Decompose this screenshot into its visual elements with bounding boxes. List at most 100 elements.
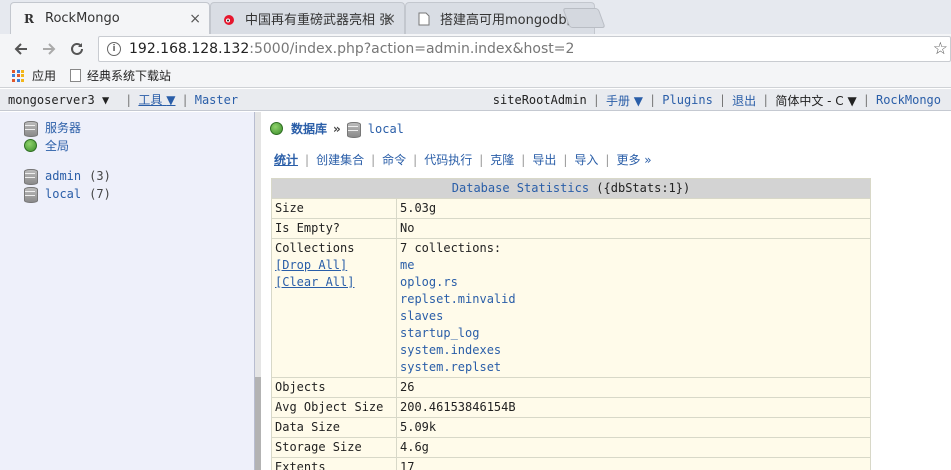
new-tab-button[interactable] xyxy=(562,8,606,28)
sidebar-item-label: 服务器 xyxy=(45,121,82,135)
language-selector[interactable]: 简体中文 - C ▼ xyxy=(775,92,856,109)
database-icon xyxy=(24,187,38,203)
chevron-down-icon: ▼ xyxy=(633,93,644,108)
tab-stats[interactable]: 统计 xyxy=(274,151,298,168)
back-arrow-icon[interactable] xyxy=(10,38,32,60)
table-header-row: Database Statistics ({dbStats:1}) xyxy=(271,178,871,199)
chevron-down-icon: ▼ xyxy=(166,93,176,107)
sidebar-db-admin[interactable]: admin (3) xyxy=(24,169,111,185)
url-host: 192.168.128.132 xyxy=(129,41,250,57)
row-key: Storage Size xyxy=(271,437,397,458)
bookmarks-bar: 应用 经典系统下载站 xyxy=(0,64,951,88)
row-value: 5.03g xyxy=(396,198,871,219)
manual-label: 手册 xyxy=(605,93,630,108)
address-bar[interactable]: i 192.168.128.132:5000/index.php?action=… xyxy=(98,36,951,62)
manual-menu[interactable]: 手册 ▼ xyxy=(606,92,643,109)
rockmongo-header: mongoserver3 ▼ | 工具 ▼ | Master siteRootA… xyxy=(0,89,951,111)
tab-more[interactable]: 更多 » xyxy=(616,151,651,168)
tab-import[interactable]: 导入 xyxy=(574,151,598,168)
collection-link[interactable]: system.indexes xyxy=(400,342,867,359)
tab-export[interactable]: 导出 xyxy=(532,151,556,168)
tab-clone[interactable]: 克隆 xyxy=(490,151,514,168)
clear-all-link[interactable]: [Clear All] xyxy=(275,274,393,291)
bookmark-download-site[interactable]: 经典系统下载站 xyxy=(87,67,171,84)
bookmark-apps[interactable]: 应用 xyxy=(32,67,56,84)
tab-command[interactable]: 命令 xyxy=(382,151,406,168)
logout-link[interactable]: 退出 xyxy=(732,92,756,109)
drop-all-link[interactable]: [Drop All] xyxy=(275,257,393,274)
reload-icon[interactable] xyxy=(66,38,88,60)
tab-title: 中国再有重磅武器亮相 张 xyxy=(245,13,393,28)
tab-execute[interactable]: 代码执行 xyxy=(424,151,472,168)
separator: | xyxy=(181,92,189,107)
row-key: Size xyxy=(271,198,397,219)
separator: | xyxy=(762,93,770,107)
collection-link[interactable]: replset.minvalid xyxy=(400,291,867,308)
row-key: Is Empty? xyxy=(271,218,397,239)
sidebar-item-server[interactable]: 服务器 xyxy=(24,119,82,137)
separator: | xyxy=(413,152,418,167)
rockmongo-link[interactable]: RockMongo xyxy=(876,93,941,107)
collection-link[interactable]: slaves xyxy=(400,308,867,325)
sidebar-scrollbar[interactable] xyxy=(255,112,261,470)
main-content: 数据库 » local 统计 | 创建集合 | 命令 | 代码执行 | 克隆 | 导出 | … xyxy=(262,112,951,470)
row-value: 4.6g xyxy=(396,437,871,458)
tab-create-collection[interactable]: 创建集合 xyxy=(316,151,364,168)
breadcrumb: 数据库 » local xyxy=(270,120,404,138)
table-row: Size 5.03g xyxy=(271,198,871,219)
close-tab-icon[interactable]: × xyxy=(189,11,201,27)
apps-grid-icon[interactable] xyxy=(12,69,24,82)
table-row: Extents 17 xyxy=(271,457,871,470)
separator: | xyxy=(125,92,133,107)
row-key: Data Size xyxy=(271,417,397,438)
tab-title: RockMongo xyxy=(45,11,120,26)
table-row: Data Size 5.09k xyxy=(271,417,871,438)
breadcrumb-current-db[interactable]: local xyxy=(368,122,404,136)
bookmark-star-icon[interactable]: ☆ xyxy=(933,39,948,59)
master-link[interactable]: Master xyxy=(195,93,238,107)
forward-arrow-icon[interactable] xyxy=(38,38,60,60)
collections-label: Collections xyxy=(275,241,355,255)
globe-icon xyxy=(270,122,283,135)
breadcrumb-databases[interactable]: 数据库 xyxy=(291,120,327,137)
sidebar-item-global[interactable]: 全局 xyxy=(24,137,69,154)
table-row: Collections [Drop All] [Clear All] 7 col… xyxy=(271,238,871,378)
separator: | xyxy=(521,152,526,167)
chevron-down-icon: ▼ xyxy=(101,92,110,107)
language-label: 简体中文 - C xyxy=(775,93,844,108)
scrollbar-thumb[interactable] xyxy=(255,377,261,470)
collection-link[interactable]: oplog.rs xyxy=(400,274,867,291)
breadcrumb-separator: » xyxy=(333,121,341,136)
server-selector[interactable]: mongoserver3 ▼ xyxy=(8,93,109,107)
tools-menu[interactable]: 工具 ▼ xyxy=(138,91,175,108)
info-icon[interactable]: i xyxy=(107,42,121,56)
browser-tab-news[interactable]: 中国再有重磅武器亮相 张 × xyxy=(210,2,405,34)
row-value: 17 xyxy=(396,457,871,470)
row-value: No xyxy=(396,218,871,239)
separator: | xyxy=(718,93,727,107)
stats-title: Database Statistics xyxy=(451,181,590,195)
browser-tab-rockmongo[interactable]: R RockMongo × xyxy=(10,2,210,34)
sidebar-db-local[interactable]: local (7) xyxy=(24,187,111,203)
row-key: Objects xyxy=(271,377,397,398)
url-path: :5000/index.php?action=admin.index&host=… xyxy=(249,41,575,57)
rockmongo-favicon: R xyxy=(24,11,34,26)
database-icon xyxy=(24,169,38,185)
bookmark-page-icon xyxy=(70,69,82,82)
collection-link[interactable]: startup_log xyxy=(400,325,867,342)
close-tab-icon[interactable]: × xyxy=(384,11,396,27)
plugins-link[interactable]: Plugins xyxy=(662,93,713,107)
server-icon xyxy=(24,120,38,137)
row-value: 200.46153846154B xyxy=(396,397,871,418)
table-row: Is Empty? No xyxy=(271,218,871,239)
collection-link[interactable]: system.replset xyxy=(400,359,867,376)
database-icon xyxy=(346,121,361,138)
collection-link[interactable]: me xyxy=(400,257,867,274)
database-sidebar: 服务器 全局 admin (3) local (7) xyxy=(0,112,255,470)
server-name: mongoserver3 xyxy=(8,92,95,107)
table-row: Avg Object Size 200.46153846154B xyxy=(271,397,871,418)
browser-tab-strip: R RockMongo × 中国再有重磅武器亮相 张 × 搭建高可用mongod… xyxy=(0,0,951,34)
header-right: siteRootAdmin | 手册 ▼ | Plugins | 退出 | 简体… xyxy=(493,89,951,111)
row-value: 7 collections: me oplog.rs replset.minva… xyxy=(396,238,871,378)
globe-icon xyxy=(24,139,37,152)
